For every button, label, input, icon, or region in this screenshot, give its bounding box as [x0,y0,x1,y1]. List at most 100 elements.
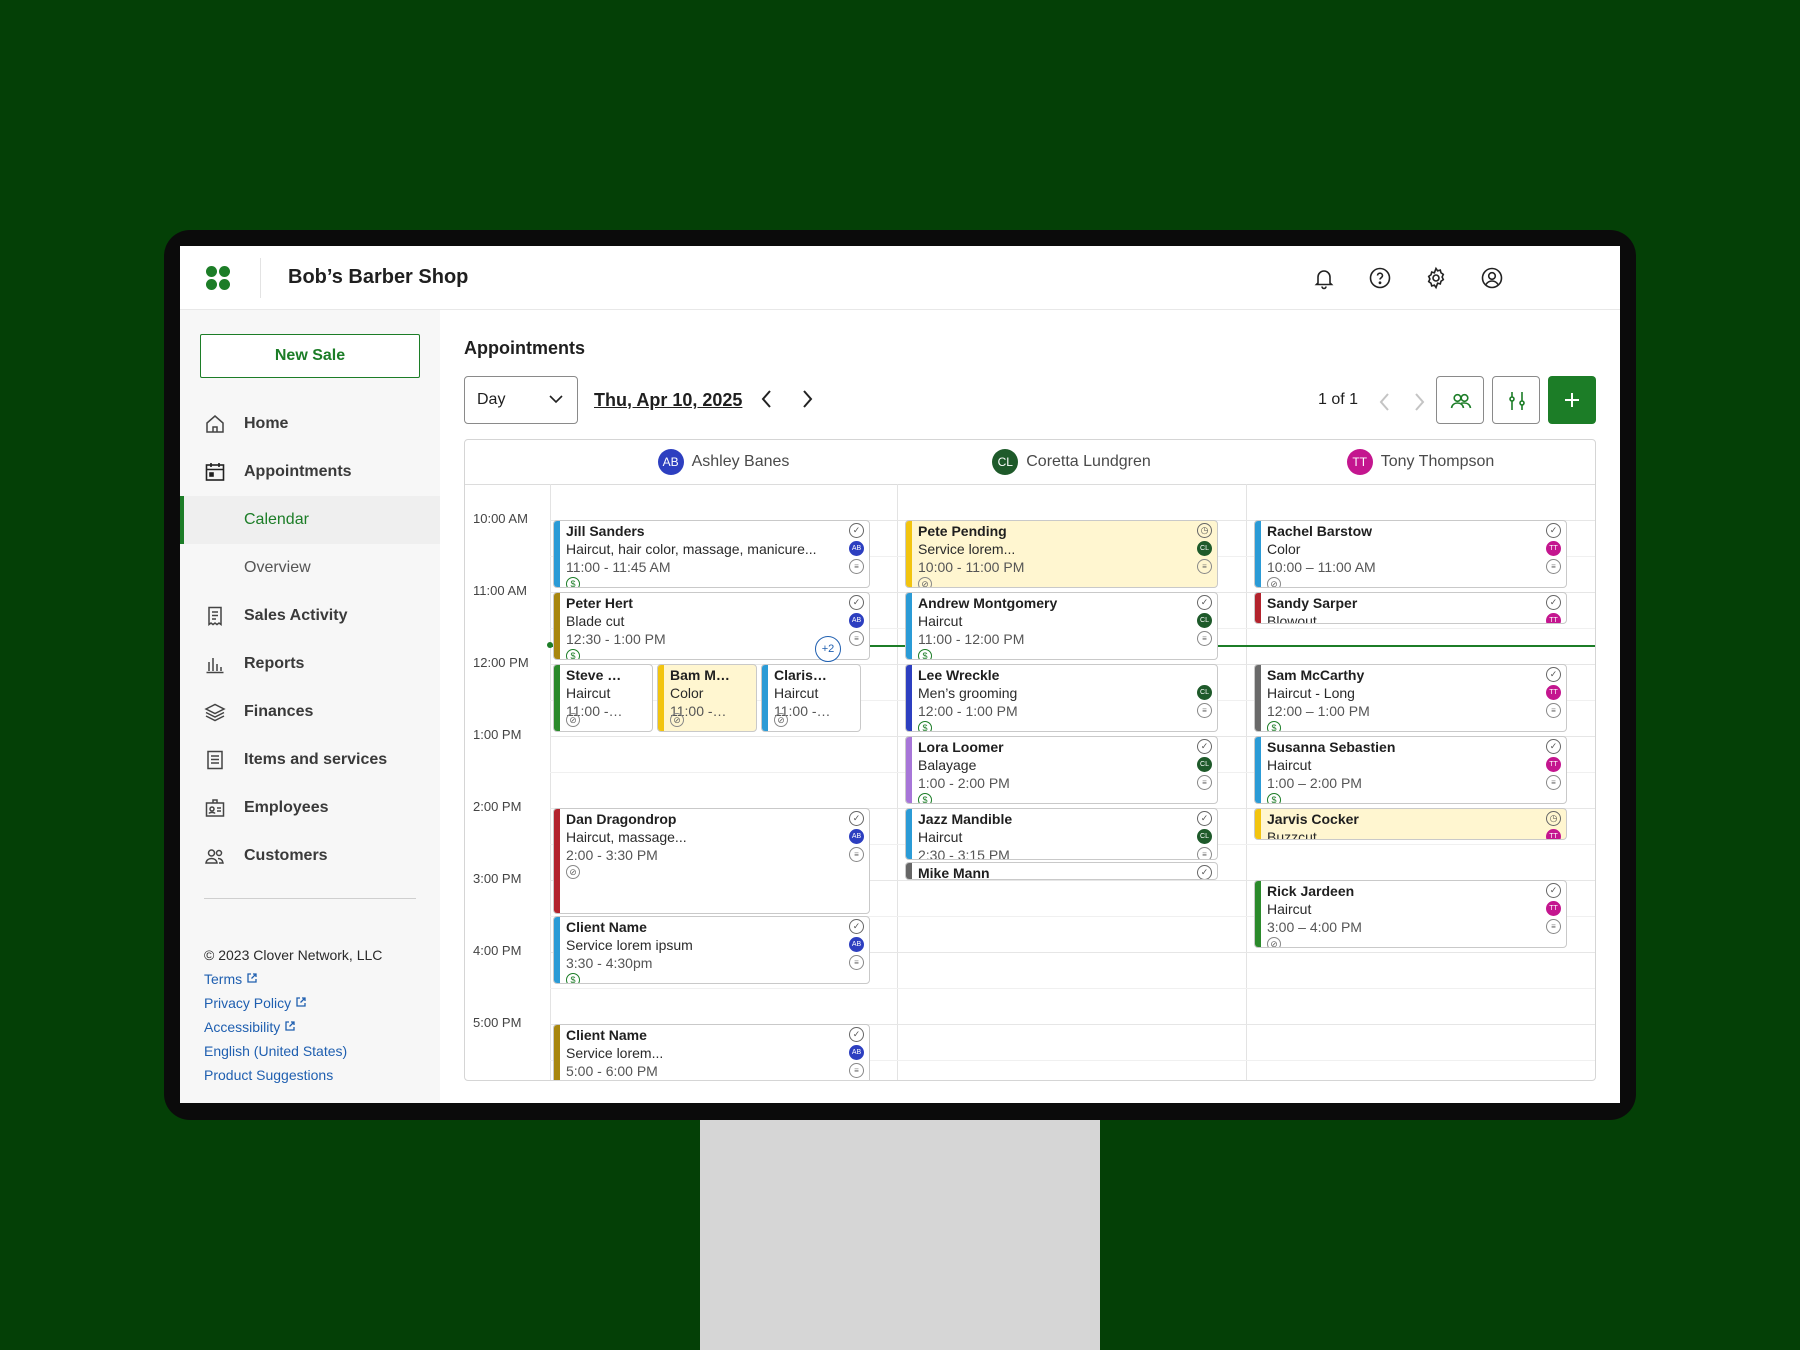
appointment-card[interactable]: Client Name Service lorem ipsum 3:30 - 4:3… [553,916,870,984]
payment-status-icon: ⊘ [774,713,788,727]
view-select[interactable]: Day [464,376,578,424]
prev-day-icon[interactable] [757,388,777,410]
appointment-card[interactable]: Jarvis Cocker Buzzcut ◷ TT [1254,808,1567,840]
appointment-text: Andrew Montgomery Haircut 11:00 - 12:00 PM [918,594,1191,648]
receipt-icon: ≡ [849,1063,864,1078]
staff-avatar-icon: AB [849,829,864,844]
appointment-card[interactable]: Andrew Montgomery Haircut 11:00 - 12:00 PM… [905,592,1218,660]
appointment-time: 10:00 – 11:00 AM [1267,559,1376,575]
staff-avatar-icon: CL [1197,541,1212,556]
client-name: Sam McCarthy [1267,667,1365,683]
client-name: Lee Wreckle [918,667,1000,683]
appointment-color-bar [554,809,560,913]
receipt-icon [208,606,222,626]
appointment-color-bar [906,863,912,879]
add-appointment-button[interactable] [1548,376,1596,424]
external-link-icon [247,973,257,983]
staff-avatar-icon: TT [1546,757,1561,772]
sidebar-item-home[interactable]: Home [180,400,440,448]
language-link[interactable]: English (United States) [204,1043,347,1059]
appointment-card[interactable]: Mike Mann ✓ [905,862,1218,880]
appointment-text: Steve PellHaircut11:00 - 12:... [566,666,626,720]
people-icon [205,849,224,864]
account-icon[interactable] [1480,266,1504,290]
appointment-card[interactable]: Clarissa M...Haircut11:00 - 12:...⊘ [761,664,861,732]
external-link-icon [296,997,306,1007]
appointment-card[interactable]: Rick Jardeen Haircut 3:00 – 4:00 PM ✓ TT ≡ ⊘ [1254,880,1567,948]
gear-icon[interactable] [1424,266,1448,290]
appointment-card[interactable]: Jill Sanders Haircut, hair color, massage… [553,520,870,588]
sidebar-item-finances[interactable]: Finances [180,688,440,736]
privacy-policy-link[interactable]: Privacy Policy [204,995,307,1011]
payment-status-icon: $ [566,649,580,659]
sidebar-item-items-and-services[interactable]: Items and services [180,736,440,784]
receipt-icon: ≡ [1197,631,1212,646]
staff-header-tony-thompson[interactable]: TT Tony Thompson [1246,440,1595,484]
service-name: Service lorem ipsum [566,937,693,953]
appointment-text: Dan Dragondrop Haircut, massage... 2:00 - … [566,810,843,864]
appointment-card[interactable]: Rachel Barstow Color 10:00 – 11:00 AM ✓ TT ≡ ⊘ [1254,520,1567,588]
appointment-color-bar [1255,737,1261,803]
prev-page-icon[interactable] [1375,391,1395,413]
time-column-divider [550,484,551,1080]
receipt-icon: ≡ [849,847,864,862]
sidebar-item-label: Overview [244,559,311,576]
appointment-text: Sandy Sarper Blowout [1267,594,1540,623]
checkmark-icon: ✓ [1197,739,1212,754]
appointment-card[interactable]: Pete Pending Service lorem... 10:00 - 11:0… [905,520,1218,588]
sidebar: New Sale Home Appointments Calendar Over… [180,310,440,1103]
appointment-text: Pete Pending Service lorem... 10:00 - 11:0… [918,522,1191,576]
appointment-time: 3:00 – 4:00 PM [1267,919,1362,935]
appointment-card[interactable]: Steve PellHaircut11:00 - 12:...⊘ [553,664,653,732]
next-day-icon[interactable] [797,388,817,410]
staff-filter-button[interactable] [1436,376,1484,424]
appointment-card[interactable]: Sam McCarthy Haircut - Long 12:00 – 1:00 P… [1254,664,1567,732]
sidebar-item-overview[interactable]: Overview [180,544,440,592]
sidebar-item-employees[interactable]: Employees [180,784,440,832]
bell-icon[interactable] [1312,266,1336,290]
accessibility-link[interactable]: Accessibility [204,1019,296,1035]
sidebar-item-appointments[interactable]: Appointments [180,448,440,496]
more-appointments-badge[interactable]: +2 [815,636,841,662]
client-name: Client Name [566,919,647,935]
client-name: Jarvis Cocker [1267,811,1359,827]
appointment-card[interactable]: Client Name Service lorem... 5:00 - 6:00 P… [553,1024,870,1080]
layers-icon [204,703,226,722]
settings-filter-button[interactable] [1492,376,1540,424]
receipt-icon: ≡ [1197,703,1212,718]
new-sale-button[interactable]: New Sale [200,334,420,378]
time-label: 10:00 AM [473,511,528,526]
product-suggestions-link[interactable]: Product Suggestions [204,1067,333,1083]
time-label: 2:00 PM [473,799,522,814]
appointment-card[interactable]: Lee Wreckle Men’s grooming 12:00 - 1:00 PM… [905,664,1218,732]
date-picker[interactable]: Thu, Apr 10, 2025 [594,390,742,411]
time-label: 5:00 PM [473,1015,522,1030]
app-screen: Bob’s Barber Shop New Sale Home Appointm… [180,246,1620,1103]
column-divider [897,484,898,1080]
service-name: Men’s grooming [918,685,1018,701]
sidebar-item-customers[interactable]: Customers [180,832,440,880]
service-name: Haircut, massage... [566,829,687,845]
id-badge-icon [205,799,225,817]
staff-header-ashley-banes[interactable]: AB Ashley Banes [550,440,897,484]
appointment-card[interactable]: Susanna Sebastien Haircut 1:00 – 2:00 PM ✓ T… [1254,736,1567,804]
client-name: Clarissa M... [774,667,834,683]
appointment-card[interactable]: Sandy Sarper Blowout ✓ TT [1254,592,1567,624]
sidebar-item-calendar[interactable]: Calendar [180,496,440,544]
staff-header-coretta-lundgren[interactable]: CL Coretta Lundgren [897,440,1246,484]
appointment-card[interactable]: Jazz Mandible Haircut 2:30 - 3:15 PM ✓ CL ≡ [905,808,1218,860]
header-divider [260,258,261,298]
appointment-card[interactable]: Lora Loomer Balayage 1:00 - 2:00 PM ✓ CL ≡ $ [905,736,1218,804]
help-icon[interactable] [1368,266,1392,290]
time-label: 11:00 AM [473,583,527,598]
terms-link[interactable]: Terms [204,971,258,987]
checkmark-icon: ✓ [849,811,864,826]
sidebar-item-sales-activity[interactable]: Sales Activity [180,592,440,640]
appointment-card[interactable]: Dan Dragondrop Haircut, massage... 2:00 - … [553,808,870,914]
sidebar-item-reports[interactable]: Reports [180,640,440,688]
clock-icon: ◷ [1546,811,1561,826]
service-name: Haircut [918,829,963,845]
appointment-text: Clarissa M...Haircut11:00 - 12:... [774,666,834,720]
appointment-card[interactable]: Bam Marg...Color11:00 - 12:...⊘ [657,664,757,732]
next-page-icon[interactable] [1409,391,1429,413]
